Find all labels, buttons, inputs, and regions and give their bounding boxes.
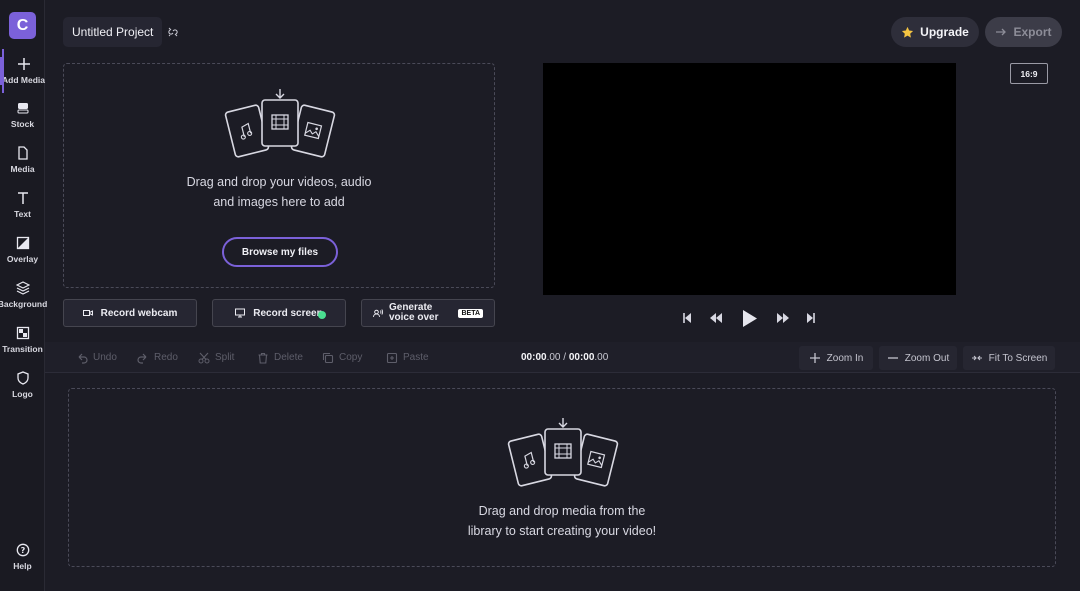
- sidebar-item-label: Transition: [2, 344, 43, 354]
- record-webcam-label: Record webcam: [100, 307, 178, 319]
- media-dropzone[interactable]: Drag and drop your videos, audio and ima…: [63, 63, 495, 288]
- voice-icon: [373, 309, 383, 318]
- svg-text:?: ?: [20, 546, 25, 555]
- help-icon: ?: [16, 543, 29, 557]
- aspect-ratio-button[interactable]: 16:9: [1010, 63, 1048, 84]
- sidebar: C Add Media Stock Media Text Overlay Bac…: [0, 0, 48, 591]
- arrow-right-icon: [996, 28, 1007, 36]
- zoom-in-button[interactable]: Zoom In: [799, 346, 873, 370]
- timeline-toolbar: Undo Redo Split Delete Copy Paste 00:00 …: [45, 342, 1080, 373]
- copy-icon: [322, 352, 334, 363]
- timeline-dropzone-text: Drag and drop media from the library to …: [467, 504, 657, 538]
- skip-forward-icon[interactable]: [806, 312, 816, 324]
- export-label: Export: [1013, 25, 1052, 39]
- scissors-icon: [198, 352, 210, 363]
- sidebar-item-label: Add Media: [2, 75, 45, 85]
- sidebar-item-overlay[interactable]: Overlay: [0, 236, 45, 264]
- sidebar-item-transition[interactable]: Transition: [0, 326, 45, 354]
- sidebar-item-label: Media: [10, 164, 35, 174]
- redo-icon: [137, 353, 147, 364]
- fit-icon: [971, 355, 982, 361]
- sidebar-item-label: Logo: [12, 389, 33, 399]
- plus-icon: [17, 58, 30, 70]
- project-title[interactable]: Untitled Project: [63, 17, 163, 47]
- undo-button[interactable]: Undo: [76, 342, 117, 373]
- timecode-display: 00:00 .00 / 00:00 .00: [521, 352, 609, 363]
- skip-back-icon[interactable]: [682, 312, 692, 324]
- video-preview: [543, 63, 956, 295]
- copy-button[interactable]: Copy: [322, 342, 362, 373]
- redo-button[interactable]: Redo: [137, 342, 178, 373]
- sidebar-item-label: Overlay: [6, 254, 39, 264]
- media-cards-icon: [507, 418, 619, 487]
- fast-forward-icon[interactable]: [776, 312, 790, 324]
- dropzone-text: Drag and drop your videos, audio and ima…: [186, 175, 372, 209]
- sidebar-item-help[interactable]: ? Help: [0, 543, 45, 571]
- stock-icon: [17, 103, 28, 114]
- sidebar-item-stock[interactable]: Stock: [0, 101, 45, 129]
- timeline-dropzone[interactable]: Drag and drop media from the library to …: [68, 388, 1056, 567]
- undo-icon: [78, 353, 88, 364]
- sidebar-item-background[interactable]: Background: [0, 281, 48, 309]
- voice-over-label: Generate voice over: [388, 302, 439, 323]
- record-webcam-button[interactable]: Record webcam: [63, 299, 197, 327]
- minus-icon: [887, 357, 898, 359]
- play-icon[interactable]: [741, 309, 759, 328]
- sidebar-item-media[interactable]: Media: [0, 146, 45, 174]
- export-button[interactable]: Export: [985, 17, 1062, 47]
- overlay-icon: [16, 236, 29, 250]
- upgrade-button[interactable]: Upgrade: [891, 17, 979, 47]
- paste-button[interactable]: Paste: [386, 342, 429, 373]
- shield-icon: [16, 371, 29, 385]
- split-button[interactable]: Split: [198, 342, 234, 373]
- beta-badge: BETA: [458, 308, 484, 318]
- fit-to-screen-button[interactable]: Fit To Screen: [963, 346, 1055, 370]
- text-icon: [17, 192, 28, 204]
- paste-icon: [386, 352, 398, 363]
- layers-icon: [15, 281, 30, 295]
- sidebar-item-add-media[interactable]: Add Media: [0, 49, 45, 93]
- delete-button[interactable]: Delete: [257, 342, 303, 373]
- webcam-icon: [82, 310, 93, 316]
- rewind-icon[interactable]: [709, 312, 723, 324]
- sidebar-item-label: Stock: [10, 119, 35, 129]
- sidebar-item-label: Background: [0, 299, 48, 309]
- sidebar-item-label: Text: [14, 209, 31, 219]
- zoom-out-button[interactable]: Zoom Out: [879, 346, 957, 370]
- star-icon: [902, 26, 914, 38]
- sidebar-item-logo[interactable]: Logo: [0, 371, 45, 399]
- monitor-icon: [235, 308, 246, 318]
- record-screen-button[interactable]: Record screen: [212, 299, 346, 327]
- trash-icon: [258, 352, 268, 364]
- recording-status-dot: [318, 311, 326, 319]
- file-icon: [17, 146, 28, 160]
- media-cards-icon: [224, 89, 336, 158]
- record-screen-label: Record screen: [253, 307, 323, 319]
- sidebar-item-label: Help: [13, 561, 32, 571]
- plus-icon: [809, 353, 820, 363]
- transition-icon: [16, 326, 29, 340]
- generate-voice-over-button[interactable]: Generate voice over BETA: [361, 299, 495, 327]
- upgrade-label: Upgrade: [920, 25, 969, 39]
- sidebar-item-text[interactable]: Text: [0, 191, 45, 219]
- browse-files-button[interactable]: Browse my files: [222, 237, 338, 267]
- unlink-icon[interactable]: [167, 26, 179, 38]
- app-logo[interactable]: C: [9, 12, 36, 39]
